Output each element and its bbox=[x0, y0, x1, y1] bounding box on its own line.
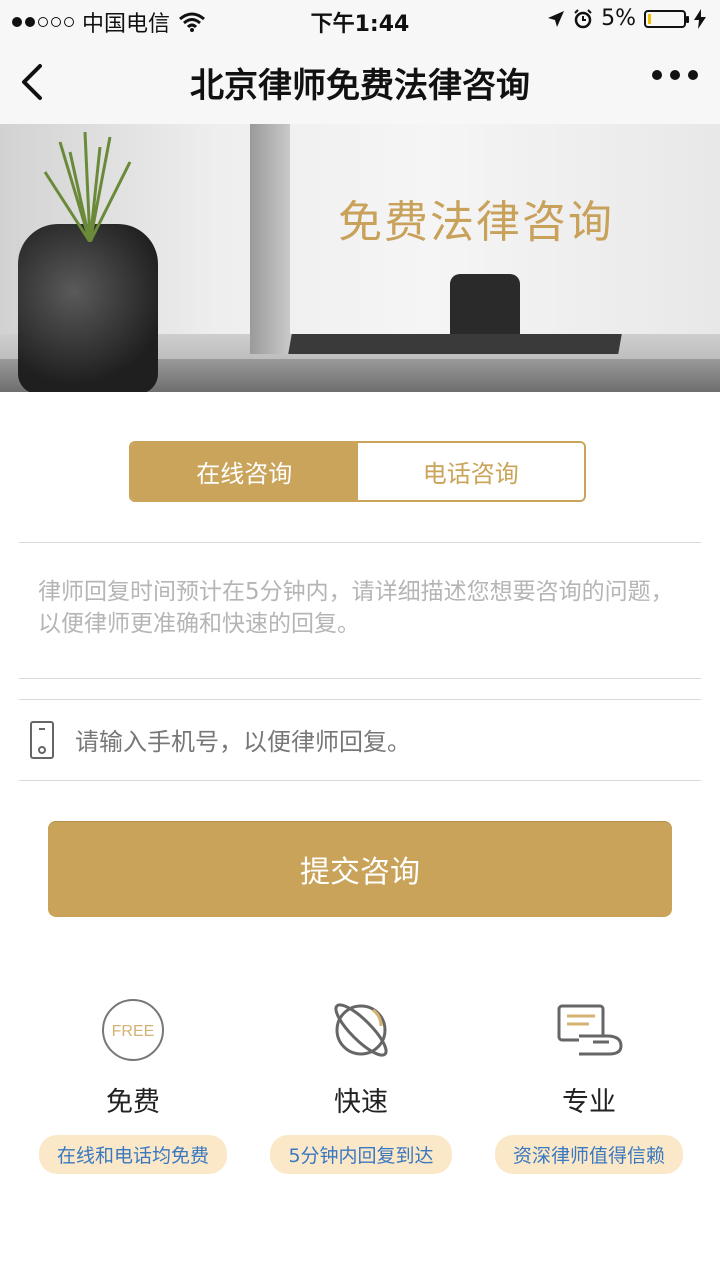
free-icon: FREE bbox=[102, 999, 164, 1061]
vase-decoration bbox=[18, 224, 158, 392]
tab-online-consult[interactable]: 在线咨询 bbox=[131, 443, 358, 500]
status-right: 5% bbox=[547, 6, 706, 31]
tab-phone-consult[interactable]: 电话咨询 bbox=[357, 443, 584, 500]
banner-image: 免费法律咨询 bbox=[0, 124, 720, 392]
nav-bar: 北京律师免费法律咨询 bbox=[0, 40, 720, 124]
feature-fast: 快速 5分钟内回复到达 bbox=[246, 990, 476, 1174]
charging-icon bbox=[694, 8, 706, 29]
phone-icon bbox=[30, 721, 54, 759]
free-icon-text: FREE bbox=[112, 1023, 155, 1040]
question-textarea[interactable]: 律师回复时间预计在5分钟内，请详细描述您想要咨询的问题，以便律师更准确和快速的回… bbox=[38, 576, 684, 640]
feature-badge: 资深律师值得信赖 bbox=[494, 1135, 683, 1174]
feature-name: 专业 bbox=[562, 1087, 616, 1118]
plant-decoration bbox=[43, 132, 132, 242]
feature-professional: 专业 资深律师值得信赖 bbox=[474, 990, 704, 1174]
card-hand-icon bbox=[557, 1004, 623, 1056]
page-title: 北京律师免费法律咨询 bbox=[190, 66, 530, 106]
battery-percent: 5% bbox=[601, 6, 636, 31]
divider bbox=[19, 542, 701, 543]
phone-input[interactable]: 请输入手机号，以便律师回复。 bbox=[75, 722, 411, 757]
status-bar: 中国电信 下午1:44 5% bbox=[0, 0, 720, 40]
battery-icon bbox=[644, 9, 689, 28]
consult-type-tabs: 在线咨询 电话咨询 bbox=[129, 441, 586, 502]
location-arrow-icon bbox=[548, 10, 565, 27]
feature-badge: 在线和电话均免费 bbox=[38, 1135, 227, 1174]
planet-icon bbox=[334, 1003, 388, 1057]
submit-button[interactable]: 提交咨询 bbox=[48, 821, 672, 917]
feature-name: 快速 bbox=[334, 1087, 388, 1118]
phone-field[interactable]: 请输入手机号，以便律师回复。 bbox=[19, 700, 701, 780]
feature-name: 免费 bbox=[106, 1087, 160, 1118]
alarm-icon bbox=[574, 8, 592, 28]
feature-free: FREE 免费 在线和电话均免费 bbox=[18, 990, 248, 1174]
divider bbox=[19, 780, 701, 781]
more-options-icon[interactable] bbox=[652, 70, 698, 80]
feature-badge: 5分钟内回复到达 bbox=[270, 1135, 452, 1174]
divider bbox=[19, 678, 701, 679]
banner-title: 免费法律咨询 bbox=[338, 197, 614, 248]
